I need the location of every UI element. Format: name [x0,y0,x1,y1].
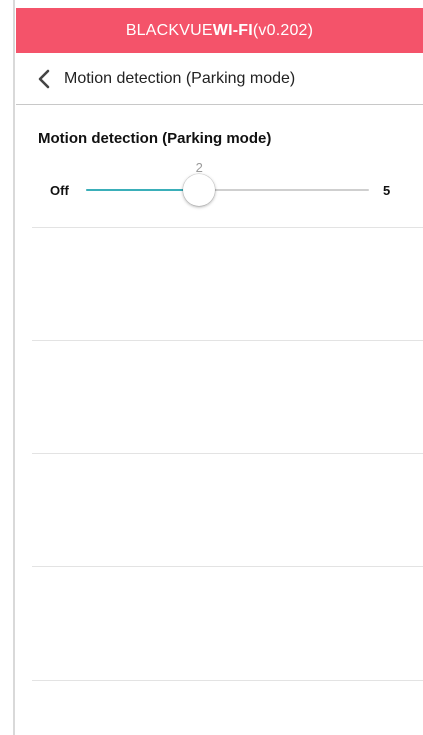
version-label: (v0.202) [252,21,314,39]
sensitivity-slider[interactable]: Off 2 5 [32,156,423,218]
top-margin [0,0,423,8]
app-titlebar: BLACKVUE WI-FI (v0.202) [16,8,423,53]
slider-thumb[interactable] [183,174,216,206]
left-edge [0,0,15,735]
page-title: Motion detection (Parking mode) [64,69,296,87]
divider [32,566,423,567]
chevron-left-icon [37,68,51,90]
settings-content: Motion detection (Parking mode) Off 2 5 [32,106,423,735]
wifi-label: WI-FI [212,21,253,39]
slider-max-label: 5 [383,183,391,198]
divider [32,227,423,228]
slider-track[interactable] [86,189,369,191]
divider [32,453,423,454]
setting-title: Motion detection (Parking mode) [38,130,272,147]
navigation-bar: Motion detection (Parking mode) [16,53,423,105]
slider-min-label: Off [50,183,69,198]
divider [32,680,423,681]
app-window: BLACKVUE WI-FI (v0.202) Motion detection… [16,8,423,735]
divider [32,340,423,341]
screen: BLACKVUE WI-FI (v0.202) Motion detection… [0,0,423,735]
slider-value-label: 2 [195,160,203,175]
brand-label: BLACKVUE [125,21,213,39]
